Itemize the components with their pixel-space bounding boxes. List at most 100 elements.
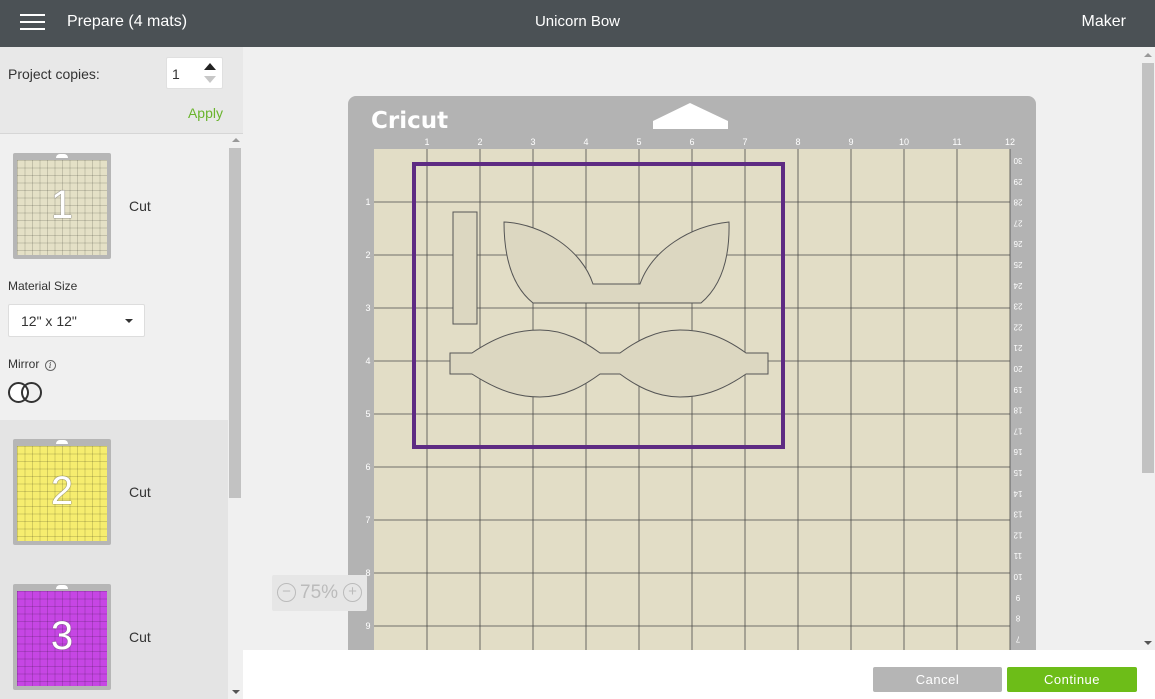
mat-number: 1 [50,183,74,227]
ruler-tick-label: 26 [1013,239,1022,248]
zoom-control: − 75% + [272,575,367,611]
increment-icon[interactable] [204,63,216,70]
ruler-tick-label: 1 [424,137,429,147]
ruler-tick-label: 25 [1013,260,1022,269]
mat-notch [56,154,68,158]
project-copies-value[interactable]: 1 [172,66,180,82]
scroll-down-icon[interactable] [232,690,240,694]
mat-number: 3 [50,614,74,658]
ruler-tick-label: 8 [1015,614,1020,623]
ruler-tick-label: 9 [848,137,853,147]
zoom-out-icon[interactable]: − [277,583,296,602]
ruler-tick-label: 18 [1013,406,1022,415]
ruler-tick-label: 7 [365,515,370,525]
mat-notch [56,585,68,589]
ruler-tick-label: 10 [899,137,909,147]
ruler-tick-label: 8 [795,137,800,147]
ruler-tick-label: 3 [530,137,535,147]
mat-number: 2 [50,469,74,513]
ruler-tick-label: 6 [689,137,694,147]
material-size-value: 12" x 12" [21,313,77,329]
scroll-up-icon[interactable] [232,138,240,142]
ruler-tick-label: 21 [1013,343,1022,352]
ruler-tick-label: 5 [365,409,370,419]
ruler-tick-label: 2 [477,137,482,147]
ruler-tick-label: 7 [742,137,747,147]
ruler-tick-label: 30 [1013,156,1022,165]
mirror-label-text: Mirror [8,357,40,371]
cricut-logo: Cricut [371,108,448,134]
mat-notch [56,440,68,444]
material-size-select[interactable]: 12" x 12" [8,304,145,337]
sidebar-scroll-thumb[interactable] [229,148,241,498]
machine-selector[interactable]: Maker [1082,13,1126,31]
zoom-in-icon[interactable]: + [343,583,362,602]
chevron-down-icon [125,319,133,323]
toggle-track [21,382,42,403]
zoom-level: 75% [300,582,339,603]
footer: Cancel Continue [243,650,1155,699]
ruler-tick-label: 27 [1013,218,1022,227]
ruler-tick-label: 20 [1013,364,1022,373]
mat-action-label: Cut [129,629,151,645]
ruler-tick-label: 1 [365,197,370,207]
project-copies-label: Project copies: [8,66,100,82]
canvas-scroll-thumb[interactable] [1142,63,1154,473]
mirror-toggle[interactable] [8,382,43,403]
page-title: Prepare (4 mats) [67,13,188,30]
ruler-tick-label: 4 [365,356,370,366]
ruler-tick-label: 11 [1013,551,1022,560]
mat-thumbnail[interactable]: 2 [13,439,111,545]
ruler-tick-label: 19 [1013,385,1022,394]
ruler-tick-label: 3 [365,303,370,313]
ruler-tick-label: 22 [1013,322,1022,331]
menu-icon[interactable] [20,14,45,32]
ruler-tick-label: 4 [583,137,588,147]
info-icon[interactable]: i [44,360,56,371]
ruler-tick-label: 9 [1015,593,1020,602]
mat-preview-canvas[interactable]: Cricut 1 2 3 4 5 6 7 8 9 10 11 12 123456789 30 29 28 2… [243,47,1141,650]
project-copies-panel: Project copies: 1 Apply [0,47,243,134]
cancel-button[interactable]: Cancel [873,667,1002,692]
ruler-tick-label: 6 [365,462,370,472]
continue-button[interactable]: Continue [1007,667,1137,692]
scroll-down-icon[interactable] [1144,641,1152,645]
ruler-tick-label: 11 [952,137,961,147]
ruler-tick-label: 10 [1013,572,1022,581]
mat-action-label: Cut [129,198,151,214]
ruler-tick-label: 2 [365,250,370,260]
ruler-tick-label: 14 [1013,489,1022,498]
sidebar-scrollbar[interactable] [228,134,243,699]
mat-list: 1 Cut Material Size 12" x 12" Mirror i 2 [0,134,228,699]
canvas-scrollbar[interactable] [1141,47,1155,650]
ruler-tick-label: 5 [636,137,641,147]
mat-item-1[interactable]: 1 Cut Material Size 12" x 12" Mirror i [0,134,228,420]
scroll-up-icon[interactable] [1144,53,1152,57]
sidebar: Project copies: 1 Apply 1 Cut Material S… [0,47,243,699]
tail-strip-shape [452,211,478,325]
top-bar: Prepare (4 mats) Unicorn Bow Maker [0,0,1155,47]
project-copies-input[interactable]: 1 [166,57,223,89]
mat-thumbnail[interactable]: 1 [13,153,111,259]
ruler-tick-label: 9 [365,621,370,631]
mat-thumbnail[interactable]: 3 [13,584,111,690]
decrement-icon[interactable] [204,76,216,83]
ruler-tick-label: 24 [1013,281,1022,290]
mirror-label: Mirror i [8,357,56,371]
ruler-tick-label: 17 [1013,426,1022,435]
ruler-tick-label: 16 [1013,447,1022,456]
mat-action-label: Cut [129,484,151,500]
ruler-tick-label: 29 [1013,177,1022,186]
material-size-label: Material Size [8,279,78,293]
ruler-tick-label: 12 [1005,137,1015,147]
ruler-tick-label: 15 [1013,468,1022,477]
ruler-tick-label: 7 [1015,634,1020,643]
ruler-tick-label: 23 [1013,302,1022,311]
mat-preview: Cricut 1 2 3 4 5 6 7 8 9 10 11 12 123456789 3029282… [348,96,1036,650]
ruler-tick-label: 28 [1013,198,1022,207]
mat-item-3[interactable]: 3 Cut [0,565,228,699]
apply-button[interactable]: Apply [188,105,223,121]
ruler-tick-label: 12 [1013,530,1022,539]
ruler-tick-label: 13 [1013,510,1022,519]
mat-item-2[interactable]: 2 Cut [0,420,228,565]
